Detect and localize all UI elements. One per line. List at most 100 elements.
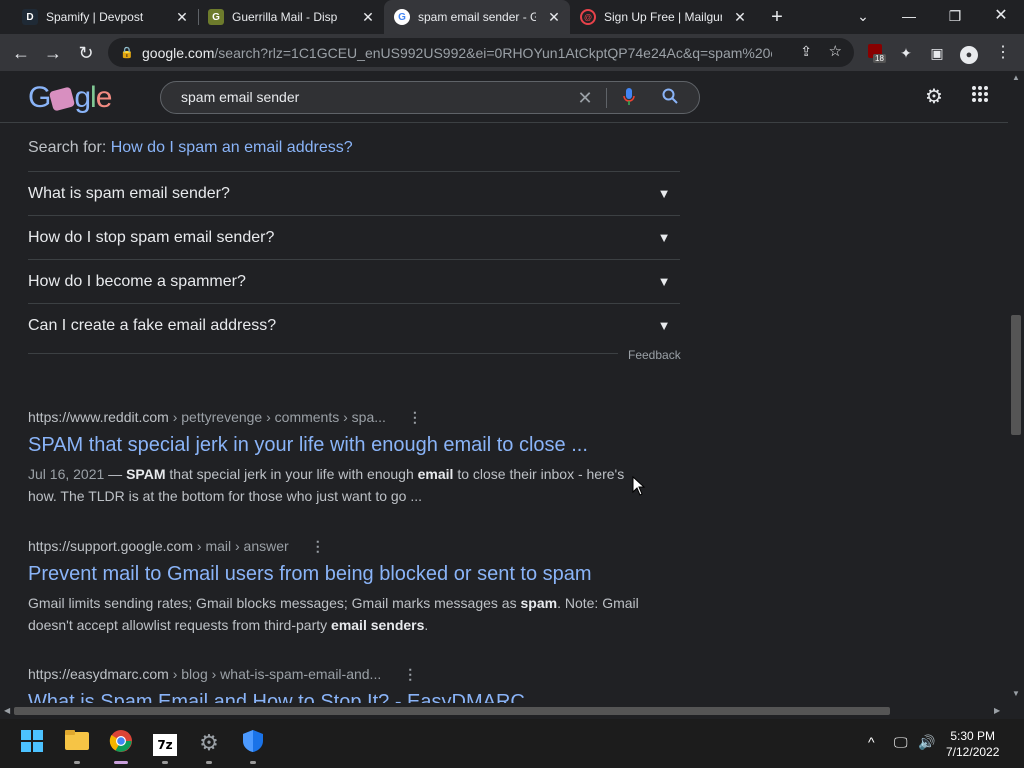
search-box[interactable]: ✕ bbox=[160, 81, 700, 114]
network-icon[interactable]: 🖵 bbox=[894, 734, 908, 751]
ublock-extension-icon[interactable]: 18 bbox=[864, 42, 886, 64]
forward-button[interactable]: → bbox=[40, 40, 66, 66]
tab-google-search[interactable]: G spam email sender - G ✕ bbox=[384, 0, 570, 34]
extension-badge: 18 bbox=[873, 54, 886, 63]
clock-date: 7/12/2022 bbox=[946, 745, 1000, 759]
app-running-indicator bbox=[250, 761, 256, 764]
result-title-link[interactable]: Prevent mail to Gmail users from being b… bbox=[28, 563, 648, 586]
vertical-scrollbar[interactable]: ▲ ▼ bbox=[1008, 71, 1024, 703]
divider bbox=[28, 353, 618, 354]
more-options-icon[interactable]: ⋮ bbox=[311, 538, 325, 555]
app-running-indicator bbox=[206, 761, 212, 764]
minimize-button[interactable]: — bbox=[886, 0, 932, 34]
windows-security-shield-icon[interactable] bbox=[239, 729, 267, 757]
bookmark-star-icon[interactable]: ☆ bbox=[829, 42, 842, 60]
more-options-icon[interactable]: ⋮ bbox=[408, 409, 422, 426]
restore-button[interactable]: ❐ bbox=[932, 0, 978, 34]
question-text: How do I become a spammer? bbox=[28, 272, 246, 290]
people-also-ask-item[interactable]: What is spam email sender? ▼ bbox=[28, 171, 680, 215]
google-doodle-logo[interactable]: Ggle bbox=[28, 81, 112, 115]
horizontal-scrollbar[interactable]: ◀ ▶ bbox=[0, 703, 1008, 719]
mouse-cursor-icon bbox=[632, 476, 646, 496]
scroll-up-icon[interactable]: ▲ bbox=[1012, 73, 1020, 82]
result-site: https://www.reddit.com bbox=[28, 409, 169, 425]
reload-button[interactable]: ↻ bbox=[73, 40, 99, 66]
tab-spamify-devpost[interactable]: D Spamify | Devpost ✕ bbox=[12, 0, 198, 34]
chevron-down-icon[interactable]: ▼ bbox=[652, 318, 676, 333]
scroll-down-icon[interactable]: ▼ bbox=[1012, 689, 1020, 698]
snippet-bold: email bbox=[417, 466, 454, 482]
close-tab-icon[interactable]: ✕ bbox=[546, 9, 562, 25]
side-panel-icon[interactable]: ▣ bbox=[926, 42, 948, 64]
tab-guerrilla-mail[interactable]: G Guerrilla Mail - Disp ✕ bbox=[198, 0, 384, 34]
snippet-bold: SPAM bbox=[126, 466, 166, 482]
microphone-icon[interactable] bbox=[618, 88, 640, 108]
profile-avatar-icon[interactable]: ● bbox=[958, 42, 980, 64]
tab-title: Sign Up Free | Mailgun bbox=[604, 10, 722, 24]
scroll-right-icon[interactable]: ▶ bbox=[994, 706, 1000, 715]
result-title-link[interactable]: SPAM that special jerk in your life with… bbox=[28, 434, 648, 457]
windows-taskbar: 7z ⚙ ^ 🖵 🔊 5:30 PM 7/12/2022 bbox=[0, 719, 1024, 768]
close-tab-icon[interactable]: ✕ bbox=[732, 9, 748, 25]
chevron-down-icon[interactable]: ▼ bbox=[652, 274, 676, 289]
google-apps-icon[interactable] bbox=[968, 85, 992, 109]
close-tab-icon[interactable]: ✕ bbox=[360, 9, 376, 25]
address-bar[interactable]: 🔒 google.com/search?rlz=1C1GCEU_enUS992U… bbox=[108, 38, 854, 67]
close-window-button[interactable]: ✕ bbox=[978, 0, 1024, 34]
vertical-scroll-thumb[interactable] bbox=[1011, 315, 1021, 435]
volume-icon[interactable]: 🔊 bbox=[918, 734, 935, 751]
url-text[interactable]: google.com/search?rlz=1C1GCEU_enUS992US9… bbox=[142, 45, 772, 61]
tab-search-chevron-down-icon[interactable]: ⌄ bbox=[840, 0, 886, 34]
question-text: What is spam email sender? bbox=[28, 184, 230, 202]
search-icon[interactable] bbox=[659, 88, 681, 108]
extensions-puzzle-icon[interactable]: ✦ bbox=[895, 42, 917, 64]
chevron-down-icon[interactable]: ▼ bbox=[652, 186, 676, 201]
back-button[interactable]: ← bbox=[8, 40, 34, 66]
scroll-left-icon[interactable]: ◀ bbox=[4, 706, 10, 715]
url-path: /search?rlz=1C1GCEU_enUS992US992&ei=0RHO… bbox=[214, 44, 772, 61]
feedback-link[interactable]: Feedback bbox=[628, 348, 681, 362]
result-cite[interactable]: https://support.google.com › mail › answ… bbox=[28, 538, 648, 555]
result-path: › mail › answer bbox=[193, 538, 289, 554]
people-also-ask-item[interactable]: Can I create a fake email address? ▼ bbox=[28, 303, 680, 347]
search-input[interactable] bbox=[181, 89, 561, 105]
windows-start-icon[interactable] bbox=[18, 729, 46, 757]
result-cite[interactable]: https://www.reddit.com › pettyrevenge › … bbox=[28, 409, 648, 426]
search-for-suggestion: Search for: How do I spam an email addre… bbox=[28, 139, 353, 157]
result-title-link[interactable]: What is Spam Email and How to Stop It? -… bbox=[28, 691, 648, 703]
7zip-icon[interactable]: 7z bbox=[151, 729, 179, 757]
settings-app-icon[interactable]: ⚙ bbox=[195, 729, 223, 757]
chevron-down-icon[interactable]: ▼ bbox=[652, 230, 676, 245]
question-text: Can I create a fake email address? bbox=[28, 316, 277, 334]
tab-title: spam email sender - G bbox=[418, 10, 536, 24]
show-hidden-icons-chevron-up-icon[interactable]: ^ bbox=[868, 734, 875, 750]
new-tab-button[interactable]: + bbox=[766, 6, 788, 28]
settings-gear-icon[interactable]: ⚙ bbox=[922, 85, 946, 109]
chrome-icon[interactable] bbox=[107, 729, 135, 757]
horizontal-scroll-thumb[interactable] bbox=[14, 707, 890, 715]
app-active-indicator bbox=[114, 761, 128, 764]
snippet-bold: spam bbox=[520, 595, 558, 611]
people-also-ask-item[interactable]: How do I stop spam email sender? ▼ bbox=[28, 215, 680, 259]
chrome-menu-icon[interactable]: ⋮ bbox=[992, 42, 1014, 64]
result-snippet: Jul 16, 2021 — SPAM that special jerk in… bbox=[28, 463, 648, 507]
tab-mailgun[interactable]: @ Sign Up Free | Mailgun ✕ bbox=[570, 0, 756, 34]
search-results: Search for: How do I spam an email addre… bbox=[0, 123, 1008, 703]
file-explorer-icon[interactable] bbox=[63, 729, 91, 757]
people-also-ask-item[interactable]: How do I become a spammer? ▼ bbox=[28, 259, 680, 303]
result-snippet: Gmail limits sending rates; Gmail blocks… bbox=[28, 592, 648, 636]
more-options-icon[interactable]: ⋮ bbox=[403, 666, 417, 683]
clear-search-icon[interactable]: ✕ bbox=[574, 88, 596, 108]
result-path: › pettyrevenge › comments › spa... bbox=[168, 409, 386, 425]
result-date: Jul 16, 2021 bbox=[28, 466, 105, 482]
result-cite[interactable]: https://easydmarc.com › blog › what-is-s… bbox=[28, 666, 648, 683]
snippet-bold: email senders bbox=[331, 617, 425, 633]
search-result: https://www.reddit.com › pettyrevenge › … bbox=[28, 409, 648, 507]
search-result: https://support.google.com › mail › answ… bbox=[28, 538, 648, 636]
system-clock[interactable]: 5:30 PM 7/12/2022 bbox=[946, 728, 999, 760]
share-icon[interactable]: ⇪ bbox=[800, 43, 812, 60]
close-tab-icon[interactable]: ✕ bbox=[174, 9, 190, 25]
search-for-link[interactable]: How do I spam an email address? bbox=[111, 139, 353, 156]
lock-icon: 🔒 bbox=[120, 47, 134, 59]
mailgun-icon: @ bbox=[580, 9, 596, 25]
